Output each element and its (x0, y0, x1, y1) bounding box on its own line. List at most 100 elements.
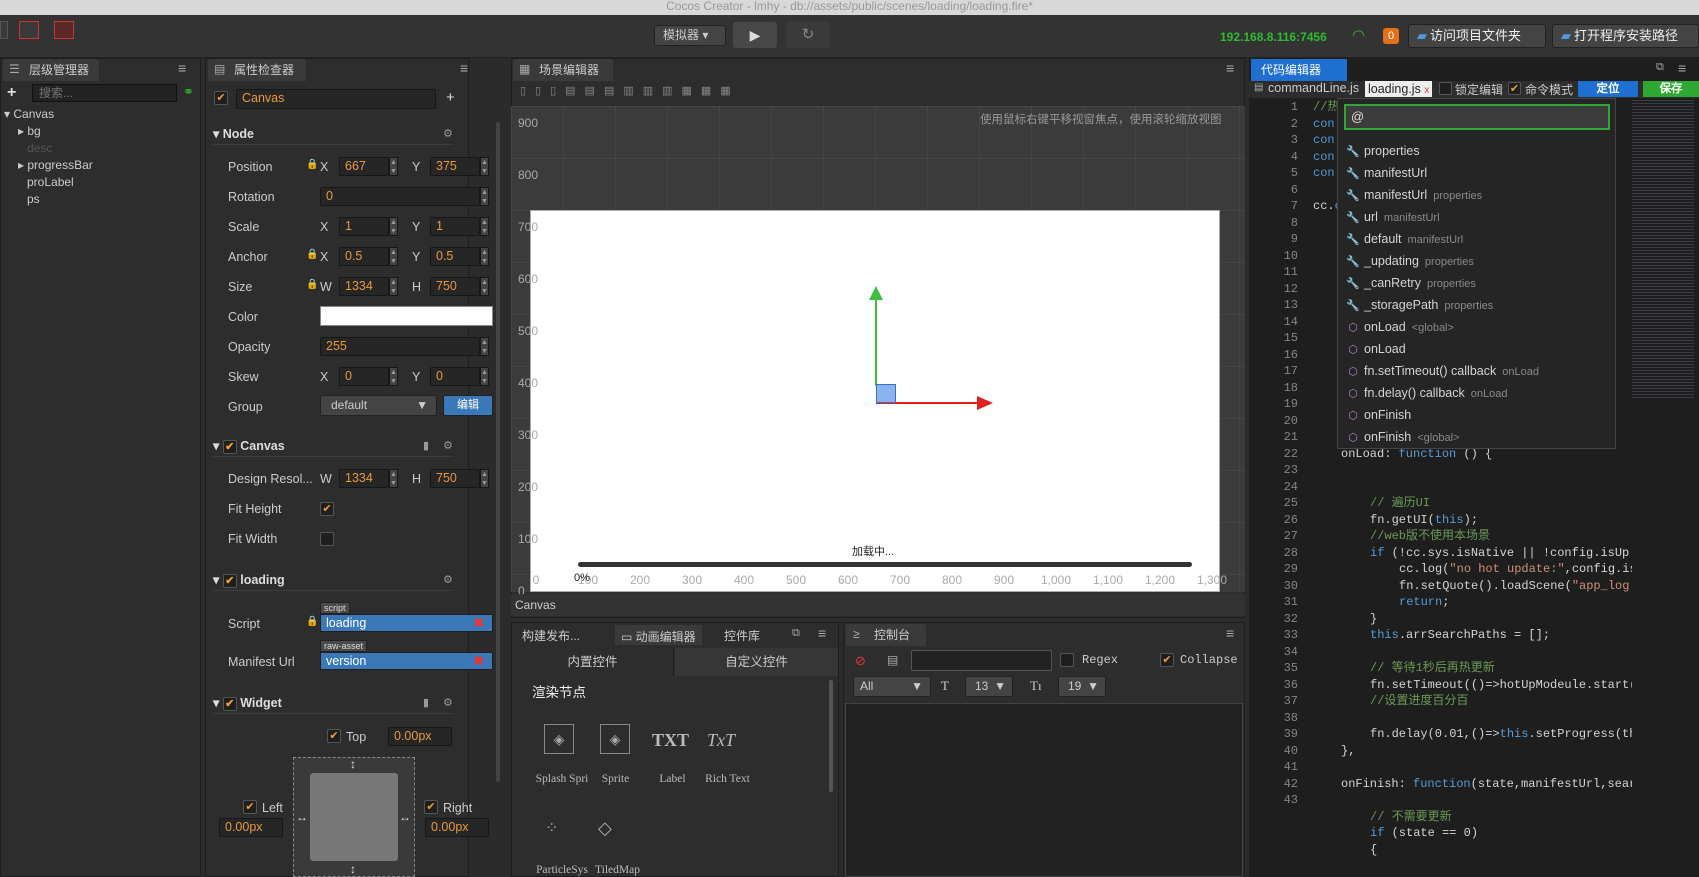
notification-badge[interactable]: 0 (1383, 28, 1399, 44)
skew-y-input[interactable]: 0 (430, 367, 480, 386)
lock-icon[interactable]: 🔒 (306, 616, 318, 627)
tiled-map-icon[interactable]: ◇ (598, 818, 612, 839)
anchor-x-input[interactable]: 0.5 (339, 247, 389, 266)
group-select[interactable]: default ▼ (320, 395, 437, 416)
code-line[interactable]: if (state == 0) (1370, 825, 1670, 842)
size-h-input[interactable]: 750 (430, 277, 480, 296)
close-icon[interactable]: x (1424, 85, 1429, 96)
resize-horizontal-icon[interactable]: ↔ (399, 810, 411, 824)
rotation-input[interactable]: 0 (320, 187, 480, 206)
autocomplete-item[interactable]: 🔧 manifestUrl properties (1346, 185, 1482, 205)
command-mode-checkbox[interactable]: ✔ (1508, 82, 1521, 95)
panel-menu-icon[interactable]: ≡ (178, 60, 186, 76)
tree-node-ps[interactable]: ps (27, 191, 40, 208)
font-size-select[interactable]: 13 ▼ (965, 676, 1013, 697)
x-arrow-icon[interactable] (977, 396, 993, 410)
console-filter-input[interactable] (911, 650, 1052, 671)
log-file-icon[interactable]: ▤ (887, 653, 898, 667)
node-active-checkbox[interactable]: ✔ (214, 91, 228, 105)
splash-sprite-icon[interactable]: ◈ (544, 724, 574, 754)
subtab-custom[interactable]: 自定义控件 (675, 648, 838, 676)
play-button[interactable]: ▶ (733, 22, 777, 48)
code-line[interactable]: fn.getUI(this); (1370, 512, 1670, 529)
locate-button[interactable]: 定位 (1578, 81, 1638, 97)
widget-right-checkbox[interactable]: ✔ (424, 800, 438, 814)
code-line[interactable]: return; (1399, 594, 1699, 611)
server-ip[interactable]: 192.168.8.116:7456 (1220, 30, 1327, 44)
clear-icon[interactable]: ✖ (474, 615, 484, 631)
tab-build[interactable]: 构建发布... (522, 627, 580, 644)
skew-y-stepper[interactable]: ▲ ▼ (480, 367, 489, 386)
refresh-button[interactable]: ↻ (786, 22, 830, 48)
code-line[interactable]: // 遍历UI (1370, 495, 1670, 512)
code-line[interactable]: cc.log("no hot update:",config.is (1399, 561, 1632, 578)
code-line[interactable]: fn.setQuote().loadScene("app_log (1399, 578, 1632, 595)
code-line[interactable]: this.arrSearchPaths = []; (1370, 627, 1670, 644)
manifest-asset-field[interactable]: version ✖ (320, 652, 493, 670)
code-line[interactable]: // 等待1秒后再热更新 (1370, 660, 1670, 677)
autocomplete-item[interactable]: 🔧 default manifestUrl (1346, 229, 1463, 249)
lock-icon[interactable]: 🔒 (306, 159, 318, 170)
code-line[interactable]: onFinish: function(state,manifestUrl,sea… (1341, 776, 1632, 793)
section-node[interactable]: ▾ Node (213, 124, 454, 145)
panel-menu-icon[interactable]: ≡ (460, 60, 468, 76)
popout-icon[interactable]: ⧉ (1656, 61, 1664, 74)
resize-vertical-icon[interactable]: ↕ (350, 757, 356, 771)
lock-edit-checkbox[interactable] (1439, 82, 1452, 95)
section-canvas[interactable]: ▾ ✔ Canvas (213, 436, 454, 457)
inspector-scrollbar[interactable] (496, 122, 500, 782)
lock-icon[interactable]: 🔒 (306, 249, 318, 260)
autocomplete-item[interactable]: 🔧 _storagePath properties (1346, 295, 1493, 315)
gear-icon[interactable]: ⚙ (443, 573, 453, 586)
widget-left-checkbox[interactable]: ✔ (243, 800, 257, 814)
canvas-enabled-checkbox[interactable]: ✔ (222, 439, 237, 454)
design-w-input[interactable]: 1334 (339, 469, 389, 488)
skew-x-input[interactable]: 0 (339, 367, 389, 386)
y-arrow-icon[interactable] (869, 286, 883, 300)
color-swatch[interactable] (320, 306, 493, 326)
design-h-stepper[interactable]: ▲ ▼ (480, 469, 489, 488)
design-h-input[interactable]: 750 (430, 469, 480, 488)
tab-code-editor[interactable]: 代码编辑器 (1251, 59, 1347, 81)
anchor-y-input[interactable]: 0.5 (430, 247, 480, 266)
open-project-folder-button[interactable]: ▰ 访问项目文件夹 (1408, 24, 1546, 48)
code-line[interactable]: if (!cc.sys.isNative || !config.isUp (1370, 545, 1632, 562)
design-canvas[interactable] (530, 210, 1220, 592)
autocomplete-item[interactable]: ⬡ onLoad (1346, 339, 1406, 359)
scale-y-stepper[interactable]: ▲ ▼ (480, 217, 489, 236)
lock-icon[interactable]: 🔒 (306, 279, 318, 290)
code-line[interactable]: }, (1341, 743, 1641, 760)
widget-top-input[interactable]: 0.00px (388, 727, 452, 746)
panel-menu-icon[interactable]: ≡ (1226, 625, 1234, 641)
opacity-input[interactable]: 255 (320, 337, 480, 356)
autocomplete-item[interactable]: ⬡ onLoad <global> (1346, 317, 1454, 337)
particle-system-icon[interactable]: ⁘ (545, 818, 558, 838)
clear-icon[interactable]: ✖ (474, 653, 484, 669)
section-widget[interactable]: ▾ ✔ Widget (213, 693, 454, 714)
move-tool-icon[interactable] (19, 21, 39, 39)
file-tab-loading[interactable]: loading.js x (1365, 81, 1433, 97)
panel-menu-icon[interactable]: ≡ (818, 625, 826, 641)
group-edit-button[interactable]: 编辑 (443, 395, 493, 416)
scale-y-input[interactable]: 1 (430, 217, 480, 236)
autocomplete-item[interactable]: 🔧 url manifestUrl (1346, 207, 1439, 227)
scale-x-stepper[interactable]: ▲ ▼ (389, 217, 398, 236)
fit-width-checkbox[interactable] (320, 532, 334, 546)
autocomplete-item[interactable]: 🔧 _canRetry properties (1346, 273, 1476, 293)
tree-node-desc[interactable]: desc (27, 140, 52, 157)
resize-horizontal-icon[interactable]: ↔ (296, 810, 308, 824)
save-button[interactable]: 保存 (1643, 81, 1699, 97)
design-w-stepper[interactable]: ▲ ▼ (389, 469, 398, 488)
code-line[interactable]: fn.delay(0.01,()=>this.setProgress(th (1370, 726, 1632, 743)
gear-icon[interactable]: ⚙ (443, 439, 453, 452)
autocomplete-item[interactable]: 🔧 _updating properties (1346, 251, 1474, 271)
clear-console-icon[interactable]: ⊘ (855, 653, 866, 669)
toolbar-edge-icon[interactable] (0, 21, 8, 39)
widget-top-checkbox[interactable]: ✔ (327, 729, 341, 743)
line-height-select[interactable]: 19 ▼ (1058, 676, 1106, 697)
section-loading[interactable]: ▾ ✔ loading (213, 570, 454, 591)
widget-library-scrollbar[interactable] (829, 680, 833, 792)
autocomplete-item[interactable]: 🔧 manifestUrl (1346, 163, 1427, 183)
code-line[interactable]: // 不需要更新 (1370, 809, 1670, 826)
widget-left-input[interactable]: 0.00px (219, 818, 283, 837)
